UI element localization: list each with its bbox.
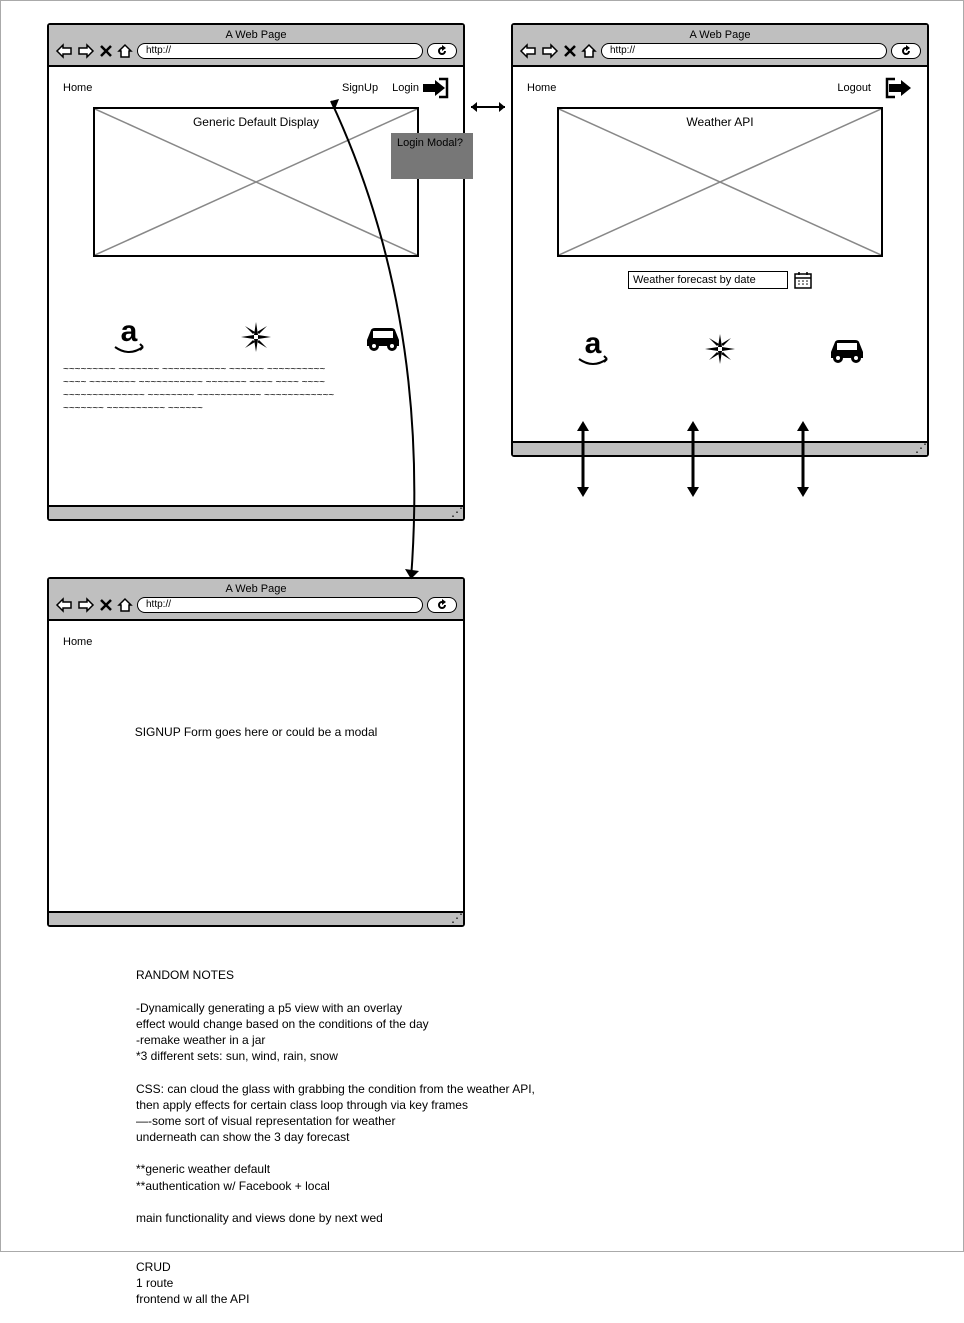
nav-signup-link[interactable]: SignUp — [342, 82, 378, 94]
browser-title: A Web Page — [519, 29, 921, 41]
nav-home-link[interactable]: Home — [527, 82, 556, 94]
browser-chrome: A Web Page http:// — [49, 25, 463, 67]
amazon-icon[interactable]: a — [107, 317, 151, 357]
browser-footer: ⋰ — [49, 505, 463, 519]
browser-title: A Web Page — [55, 583, 457, 595]
nav-home-link[interactable]: Home — [63, 82, 92, 94]
forward-arrow-icon[interactable] — [541, 43, 559, 59]
lorem-text-block: ~~~~~~~~~ ~~~~~~~ ~~~~~~~~~~~ ~~~~~~ ~~~… — [63, 365, 449, 414]
browser-window-2: A Web Page http:// Home Logout — [511, 23, 929, 457]
forward-arrow-icon[interactable] — [77, 597, 95, 613]
reload-icon — [436, 45, 448, 57]
home-icon[interactable] — [581, 43, 597, 59]
calendar-icon[interactable] — [794, 271, 812, 289]
reload-icon — [436, 599, 448, 611]
login-arrow-icon[interactable] — [421, 77, 449, 99]
home-icon[interactable] — [117, 43, 133, 59]
browser-chrome: A Web Page http:// — [513, 25, 927, 67]
generic-display-placeholder: Generic Default Display — [93, 107, 419, 257]
login-modal-note: Login Modal? — [391, 133, 473, 179]
url-input[interactable]: http:// — [601, 43, 887, 59]
notes-title: RANDOM NOTES — [136, 967, 836, 983]
svg-text:a: a — [121, 317, 138, 348]
forward-arrow-icon[interactable] — [77, 43, 95, 59]
yelp-icon[interactable] — [703, 332, 737, 366]
resize-grip-icon[interactable]: ⋰ — [451, 507, 461, 517]
logout-arrow-icon[interactable] — [885, 77, 913, 99]
browser-footer: ⋰ — [49, 911, 463, 925]
nav-login-link[interactable]: Login — [392, 82, 419, 94]
car-icon[interactable] — [825, 334, 869, 364]
car-icon[interactable] — [361, 322, 405, 352]
stop-icon[interactable] — [563, 44, 577, 58]
connector-arrow-horizontal — [465, 97, 511, 117]
stop-icon[interactable] — [99, 598, 113, 612]
signup-form-text: SIGNUP Form goes here or could be a moda… — [63, 725, 449, 739]
url-input[interactable]: http:// — [137, 597, 423, 613]
back-arrow-icon[interactable] — [55, 597, 73, 613]
nav-home-link[interactable]: Home — [63, 636, 92, 648]
browser-window-1: A Web Page http:// Home SignUp Login — [47, 23, 465, 521]
resize-grip-icon[interactable]: ⋰ — [451, 913, 461, 923]
browser-window-3: A Web Page http:// Home SIGNUP Form goes… — [47, 577, 465, 927]
yelp-icon[interactable] — [239, 320, 273, 354]
go-button[interactable] — [891, 43, 921, 59]
back-arrow-icon[interactable] — [519, 43, 537, 59]
amazon-icon[interactable]: a — [571, 329, 615, 369]
random-notes: RANDOM NOTES -Dynamically generating a p… — [136, 951, 836, 1323]
forecast-date-input[interactable]: Weather forecast by date — [628, 271, 788, 289]
go-button[interactable] — [427, 597, 457, 613]
go-button[interactable] — [427, 43, 457, 59]
placeholder-label: Weather API — [559, 115, 881, 129]
nav-logout-link[interactable]: Logout — [837, 82, 871, 94]
svg-text:a: a — [585, 329, 602, 360]
home-icon[interactable] — [117, 597, 133, 613]
reload-icon — [900, 45, 912, 57]
browser-title: A Web Page — [55, 29, 457, 41]
weather-api-placeholder: Weather API — [557, 107, 883, 257]
placeholder-label: Generic Default Display — [95, 115, 417, 129]
browser-footer: ⋰ — [513, 441, 927, 455]
wireframe-canvas: A Web Page http:// Home SignUp Login — [0, 0, 964, 1252]
stop-icon[interactable] — [99, 44, 113, 58]
url-input[interactable]: http:// — [137, 43, 423, 59]
notes-body: -Dynamically generating a p5 view with a… — [136, 1000, 836, 1308]
back-arrow-icon[interactable] — [55, 43, 73, 59]
browser-chrome: A Web Page http:// — [49, 579, 463, 621]
resize-grip-icon[interactable]: ⋰ — [915, 443, 925, 453]
